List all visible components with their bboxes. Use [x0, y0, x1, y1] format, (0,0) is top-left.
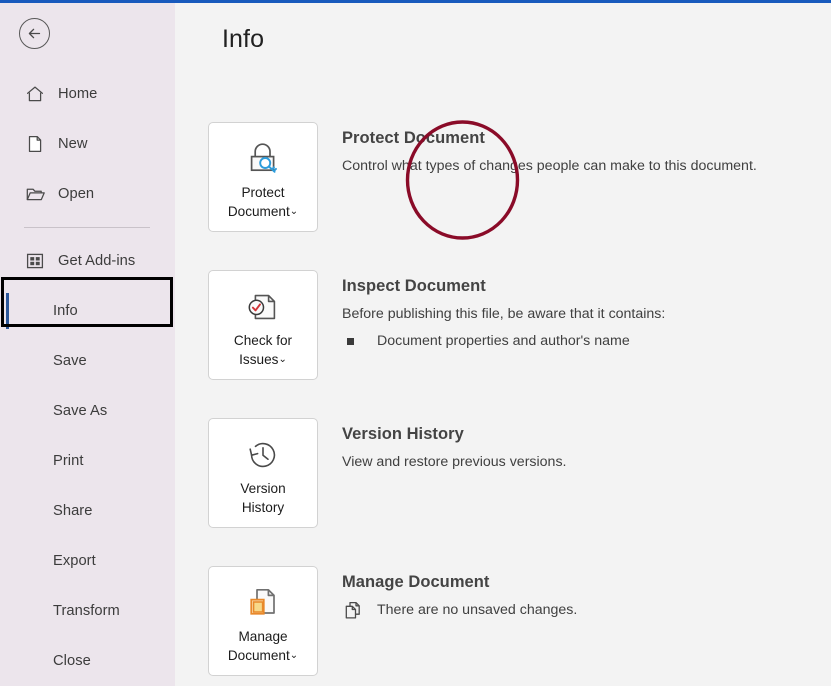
inspect-document-heading: Inspect Document — [342, 277, 486, 295]
sidebar-item-label: Save As — [53, 402, 108, 419]
chevron-down-icon[interactable]: ⌄ — [290, 650, 298, 661]
protect-document-body: Protect Document Control what types of c… — [342, 122, 757, 232]
document-copy-orange-icon — [241, 581, 285, 625]
tile-label-line1: Check for — [233, 333, 293, 348]
inspect-document-description: Before publishing this file, be aware th… — [342, 306, 666, 322]
version-history-tile-label: Version History — [210, 479, 316, 517]
sidebar-item-get-add-ins[interactable]: Get Add-ins — [0, 236, 175, 286]
document-check-icon — [241, 285, 285, 329]
tile-label-line1: Protect — [241, 185, 285, 200]
sidebar-item-label: Share — [53, 502, 93, 519]
manage-document-heading: Manage Document — [342, 573, 490, 591]
sidebar-nav-list: Home New Open Get Add-ins Info Save Save… — [0, 69, 175, 686]
inspect-document-bullet-text: Document properties and author's name — [377, 333, 630, 349]
sidebar-item-save[interactable]: Save — [0, 336, 175, 386]
check-for-issues-tile[interactable]: Check for Issues⌄ — [208, 270, 318, 380]
sidebar-item-label: Home — [58, 85, 98, 102]
sidebar-item-print[interactable]: Print — [0, 436, 175, 486]
folder-icon — [24, 183, 46, 205]
arrow-left-icon — [28, 28, 41, 39]
home-icon — [24, 83, 46, 105]
tile-label-line2: History — [241, 500, 285, 515]
new-page-icon — [24, 133, 46, 155]
sidebar-item-label: Close — [53, 652, 91, 669]
sidebar-item-label: Export — [53, 552, 96, 569]
tile-label-line2: Document — [227, 204, 290, 219]
sidebar-item-label: New — [58, 135, 88, 152]
sidebar-item-label: Open — [58, 185, 95, 202]
lock-key-icon — [241, 137, 285, 181]
info-pane: Info Protect Document⌄ Protect Document … — [175, 3, 831, 686]
section-inspect-document: Check for Issues⌄ Inspect Document Befor… — [208, 270, 665, 380]
manage-document-status: There are no unsaved changes. — [342, 599, 577, 621]
inspect-document-body: Inspect Document Before publishing this … — [342, 270, 665, 380]
sidebar-item-new[interactable]: New — [0, 119, 175, 169]
version-history-body: Version History View and restore previou… — [342, 418, 567, 528]
sidebar-item-label: Info — [53, 302, 78, 319]
sidebar-item-label: Get Add-ins — [58, 252, 136, 269]
section-version-history: Version History Version History View and… — [208, 418, 567, 528]
sidebar-item-share[interactable]: Share — [0, 486, 175, 536]
version-history-heading: Version History — [342, 425, 464, 443]
square-bullet-icon — [347, 338, 354, 345]
tile-label-line1: Version — [240, 481, 286, 496]
page-title: Info — [222, 25, 265, 53]
protect-document-heading: Protect Document — [342, 129, 485, 147]
title-bar-accent-rule — [0, 0, 831, 3]
inspect-document-bullet: Document properties and author's name — [342, 332, 665, 351]
manage-document-tile[interactable]: Manage Document⌄ — [208, 566, 318, 676]
manage-document-tile-label: Manage Document⌄ — [210, 627, 316, 665]
tile-label-line2: Issues — [239, 352, 279, 367]
protect-document-description: Control what types of changes people can… — [342, 158, 757, 174]
manage-document-status-text: There are no unsaved changes. — [377, 602, 578, 618]
section-manage-document: Manage Document⌄ Manage Document There a… — [208, 566, 577, 676]
sidebar-item-export[interactable]: Export — [0, 536, 175, 586]
manage-document-body: Manage Document There are no unsaved cha… — [342, 566, 577, 676]
sidebar-item-close[interactable]: Close — [0, 636, 175, 686]
clock-back-icon — [241, 433, 285, 477]
selected-accent-bar — [6, 293, 9, 329]
sidebar-item-label: Transform — [53, 602, 120, 619]
sidebar-item-transform[interactable]: Transform — [0, 586, 175, 636]
protect-document-tile[interactable]: Protect Document⌄ — [208, 122, 318, 232]
sidebar-divider — [24, 227, 150, 228]
sidebar-item-save-as[interactable]: Save As — [0, 386, 175, 436]
documents-stack-icon — [342, 599, 364, 621]
sidebar-item-open[interactable]: Open — [0, 169, 175, 219]
chevron-down-icon[interactable]: ⌄ — [290, 206, 298, 217]
backstage-sidebar: Home New Open Get Add-ins Info Save Save… — [0, 3, 175, 686]
sidebar-item-home[interactable]: Home — [0, 69, 175, 119]
chevron-down-icon[interactable]: ⌄ — [278, 354, 286, 365]
version-history-tile[interactable]: Version History — [208, 418, 318, 528]
sidebar-item-info[interactable]: Info — [0, 286, 175, 336]
back-arrow-button[interactable] — [19, 18, 50, 49]
protect-document-tile-label: Protect Document⌄ — [210, 183, 316, 221]
sidebar-item-label: Save — [53, 352, 87, 369]
tile-label-line2: Document — [227, 648, 290, 663]
tile-label-line1: Manage — [238, 629, 288, 644]
check-for-issues-tile-label: Check for Issues⌄ — [210, 331, 316, 369]
sidebar-item-label: Print — [53, 452, 84, 469]
section-protect-document: Protect Document⌄ Protect Document Contr… — [208, 122, 757, 232]
grid-addins-icon — [24, 250, 46, 272]
version-history-description: View and restore previous versions. — [342, 454, 567, 470]
